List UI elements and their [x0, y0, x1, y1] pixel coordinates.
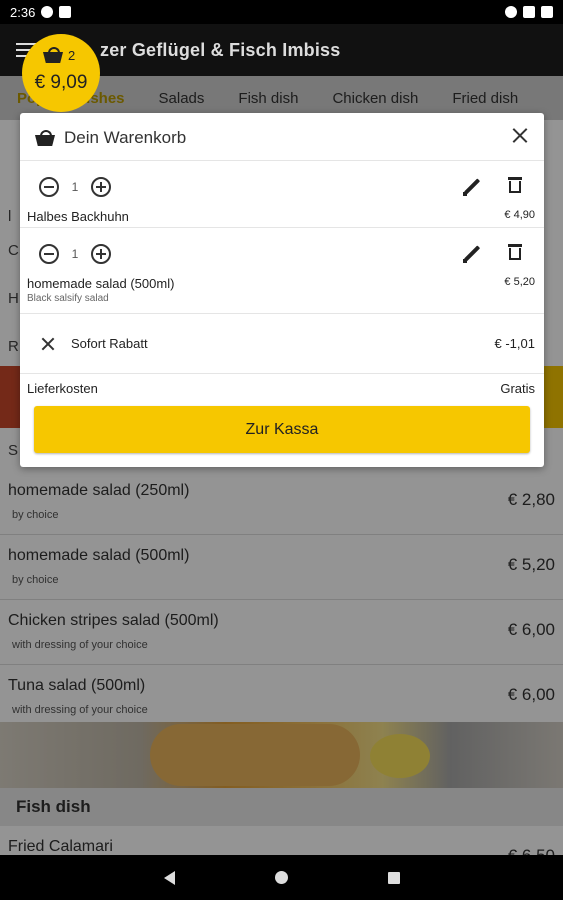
cart-item: 1 homemade salad (500ml) Black salsify s… — [20, 228, 544, 314]
recent-apps-icon[interactable] — [387, 871, 400, 884]
checkout-button[interactable]: Zur Kassa — [34, 406, 530, 453]
plus-circle-icon[interactable] — [91, 177, 111, 197]
cart-item: 1 Halbes Backhuhn € 4,90 — [20, 161, 544, 228]
notification-icon — [41, 6, 54, 18]
quantity-value: 1 — [71, 180, 79, 194]
edit-icon[interactable] — [462, 178, 480, 196]
cart-item-price: € 4,90 — [504, 209, 535, 221]
cart-item-description: Black salsify salad — [27, 293, 109, 304]
minus-circle-icon[interactable] — [39, 177, 59, 197]
basket-icon — [35, 130, 55, 146]
remove-discount-icon[interactable] — [40, 336, 56, 352]
back-icon[interactable] — [163, 870, 175, 885]
signal-icon — [523, 6, 535, 18]
delivery-cost-value: Gratis — [500, 381, 535, 396]
battery-icon — [541, 6, 553, 18]
cart-item-name: Halbes Backhuhn — [27, 209, 129, 224]
quantity-stepper: 1 — [39, 177, 111, 197]
quantity-value: 1 — [71, 247, 79, 261]
app-title: zer Geflügel & Fisch Imbiss — [100, 39, 341, 60]
cart-total: € 9,09 — [34, 72, 88, 93]
cart-dialog: Dein Warenkorb 1 Halbes Backhuhn € 4,90 … — [20, 113, 544, 467]
basket-icon — [43, 47, 63, 63]
cart-dialog-title: Dein Warenkorb — [64, 128, 187, 147]
cart-item-name: homemade salad (500ml) — [27, 276, 175, 291]
delivery-cost-label: Lieferkosten — [27, 381, 98, 396]
minus-circle-icon[interactable] — [39, 244, 59, 264]
edit-icon[interactable] — [462, 245, 480, 263]
cart-badge[interactable]: 2 € 9,09 — [22, 34, 100, 112]
cart-item-price: € 5,20 — [504, 276, 535, 288]
delete-icon[interactable] — [508, 244, 522, 262]
close-icon[interactable] — [510, 125, 530, 145]
discount-label: Sofort Rabatt — [71, 336, 148, 351]
quantity-stepper: 1 — [39, 244, 111, 264]
cart-dialog-header: Dein Warenkorb — [20, 113, 544, 161]
system-navigation-bar — [0, 855, 563, 900]
status-bar: 2:36 — [0, 0, 563, 24]
discount-value: € -1,01 — [494, 336, 535, 351]
home-icon[interactable] — [274, 871, 288, 884]
cart-item-count: 2 — [68, 47, 76, 63]
plus-circle-icon[interactable] — [91, 244, 111, 264]
wifi-icon — [505, 6, 517, 18]
delete-icon[interactable] — [508, 177, 522, 195]
status-time: 2:36 — [10, 4, 36, 20]
discount-row: Sofort Rabatt € -1,01 — [20, 314, 544, 374]
notification-icon-2 — [59, 6, 72, 18]
